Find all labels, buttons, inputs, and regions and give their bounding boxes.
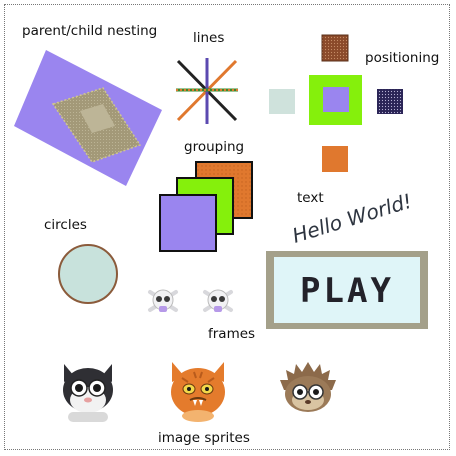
orange-cat-icon <box>171 362 225 422</box>
black-white-cat-icon <box>63 364 113 422</box>
lines-demo <box>176 58 238 124</box>
circle-demo <box>58 244 118 304</box>
scene: Hello World! PLAY <box>14 34 428 422</box>
play-button-label[interactable]: PLAY <box>300 271 394 311</box>
positioning-demo <box>269 34 403 172</box>
skull-crossbones-icon <box>148 289 178 312</box>
hello-world-text: Hello World! <box>289 189 414 248</box>
grouping-demo <box>159 161 253 252</box>
play-frame[interactable]: PLAY <box>266 251 428 329</box>
skull-crossbones-icon <box>203 289 233 312</box>
hedgehog-icon <box>280 362 336 412</box>
